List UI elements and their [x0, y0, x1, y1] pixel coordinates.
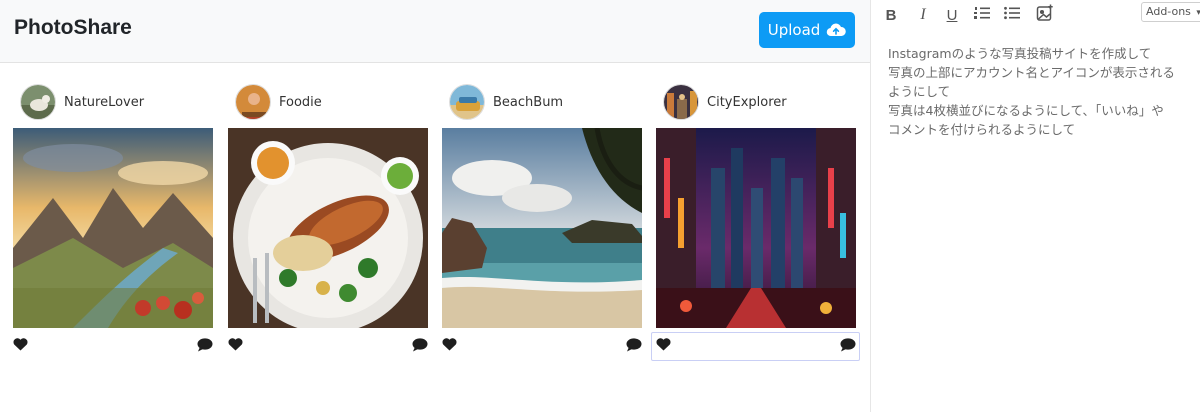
post-actions: [442, 337, 642, 355]
comment-icon[interactable]: [626, 338, 642, 357]
upload-label: Upload: [767, 21, 821, 39]
comment-icon[interactable]: [197, 338, 213, 357]
addons-label: Add-ons: [1146, 5, 1191, 18]
username[interactable]: CityExplorer: [707, 95, 787, 110]
post-actions: [13, 337, 213, 355]
bold-button[interactable]: B: [881, 5, 901, 25]
username[interactable]: NatureLover: [64, 95, 144, 110]
post-actions: [656, 337, 856, 355]
post-photo[interactable]: [13, 128, 213, 328]
cloud-upload-icon: [826, 23, 847, 37]
prompt-text-area[interactable]: Instagramのような写真投稿サイトを作成して 写真の上部にアカウント名とア…: [888, 44, 1193, 139]
prompt-editor: B I U Add-ons ▾ Instagramのような写真投稿サイトを作成し…: [870, 0, 1200, 412]
comment-icon[interactable]: [412, 338, 428, 357]
upload-button[interactable]: Upload: [759, 12, 855, 48]
bold-icon: B: [885, 6, 897, 24]
post-header: BeachBum: [442, 83, 642, 121]
heart-icon[interactable]: [13, 338, 28, 356]
username[interactable]: BeachBum: [493, 95, 563, 110]
avatar[interactable]: [449, 84, 485, 120]
bullet-list-icon: [1003, 5, 1021, 25]
post-card: CityExplorer: [651, 83, 860, 361]
addons-dropdown[interactable]: Add-ons ▾: [1141, 2, 1200, 22]
chevron-down-icon: ▾: [1196, 8, 1200, 18]
heart-icon[interactable]: [228, 338, 243, 356]
post-photo[interactable]: [656, 128, 856, 328]
italic-icon: I: [920, 6, 926, 23]
post-header: NatureLover: [13, 83, 213, 121]
italic-button[interactable]: I: [913, 5, 933, 25]
post-header: Foodie: [228, 83, 428, 121]
app-header: PhotoShare Upload: [0, 0, 870, 63]
avatar[interactable]: [235, 84, 271, 120]
prompt-line: 写真は4枚横並びになるようにして、「いいね」や: [888, 103, 1164, 118]
add-image-button[interactable]: [1035, 4, 1055, 26]
underline-button[interactable]: U: [942, 5, 962, 25]
ordered-list-button[interactable]: [972, 5, 992, 25]
post-header: CityExplorer: [656, 83, 856, 121]
prompt-line: ようにして: [888, 84, 951, 99]
prompt-line: 写真の上部にアカウント名とアイコンが表示される: [888, 65, 1175, 80]
avatar[interactable]: [20, 84, 56, 120]
post-card: Foodie: [228, 83, 428, 352]
comment-icon[interactable]: [840, 338, 856, 357]
bullet-list-button[interactable]: [1002, 5, 1022, 25]
editor-toolbar: B I U Add-ons ▾: [871, 0, 1200, 30]
underline-icon: U: [946, 6, 958, 24]
post-photo[interactable]: [228, 128, 428, 328]
post-actions: [228, 337, 428, 355]
post-card: BeachBum: [442, 83, 642, 352]
username[interactable]: Foodie: [279, 95, 322, 110]
heart-icon[interactable]: [442, 338, 457, 356]
post-card: NatureLover: [13, 83, 213, 352]
prompt-line: コメントを付けられるようにして: [888, 122, 1076, 137]
heart-icon[interactable]: [656, 338, 671, 356]
brand-title: PhotoShare: [14, 16, 132, 39]
ordered-list-icon: [973, 5, 991, 25]
prompt-line: Instagramのような写真投稿サイトを作成して: [888, 46, 1152, 61]
post-photo[interactable]: [442, 128, 642, 328]
add-image-icon: [1036, 4, 1054, 26]
photoshare-app: PhotoShare Upload NatureLover Foodie Bea…: [0, 0, 870, 412]
avatar[interactable]: [663, 84, 699, 120]
